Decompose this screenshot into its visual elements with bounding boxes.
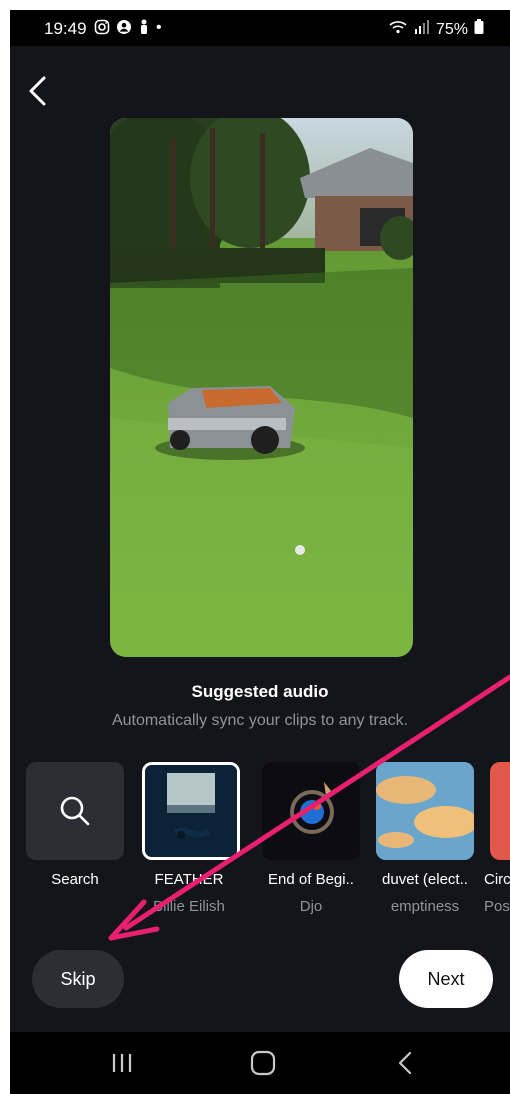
system-nav-bar	[10, 1032, 510, 1094]
track-artist-circ: Pos	[484, 898, 510, 915]
wifi-icon	[388, 19, 408, 40]
signal-icon	[414, 19, 430, 40]
status-time: 19:49	[44, 19, 87, 38]
status-icons: •	[94, 19, 162, 40]
track-artist-end-of-beginning: Djo	[299, 898, 323, 915]
back-icon	[398, 1051, 412, 1075]
account-icon	[116, 19, 132, 40]
figure-icon	[138, 19, 150, 40]
track-tile-circ[interactable]	[490, 762, 510, 860]
track-title-circ: Circ	[484, 871, 510, 888]
status-dot: •	[156, 19, 162, 36]
status-right: 75%	[388, 19, 484, 40]
track-title-end-of-beginning: End of Begi..	[268, 871, 354, 888]
search-audio-button[interactable]	[26, 762, 124, 860]
instagram-icon	[94, 19, 110, 40]
app-screen: 19:49 • 75% Suggested audio Automaticall…	[10, 10, 510, 1094]
recent-apps-icon	[112, 1054, 132, 1072]
lawn-mower-image	[110, 118, 413, 657]
track-artist-duvet: emptiness	[390, 898, 460, 915]
search-icon	[60, 796, 90, 826]
track-title-search: Search	[51, 871, 99, 888]
end-of-beginning-album-art	[262, 762, 360, 860]
track-tile-duvet[interactable]	[376, 762, 474, 860]
track-title-feather: FEATHER	[154, 871, 224, 888]
skip-button[interactable]: Skip	[32, 950, 124, 1008]
track-artist-feather: Billie Eilish	[153, 898, 225, 915]
feather-album-art	[145, 765, 237, 857]
next-button[interactable]: Next	[399, 950, 493, 1008]
chevron-left-icon	[29, 76, 46, 106]
home-icon	[250, 1050, 276, 1076]
video-preview[interactable]	[110, 118, 413, 657]
home-button[interactable]	[245, 1046, 281, 1080]
duvet-album-art	[376, 762, 474, 860]
status-bar: 19:49 • 75%	[10, 10, 510, 46]
track-tile-feather[interactable]	[142, 762, 240, 860]
battery-percent: 75%	[435, 20, 468, 38]
suggested-audio-subtitle: Automatically sync your clips to any tra…	[111, 712, 409, 729]
back-button[interactable]	[22, 74, 56, 108]
track-tile-end-of-beginning[interactable]	[262, 762, 360, 860]
system-back-button[interactable]	[388, 1046, 424, 1080]
recent-apps-button[interactable]	[104, 1046, 140, 1080]
track-title-duvet: duvet (elect..	[382, 871, 468, 888]
battery-icon	[474, 19, 484, 40]
suggested-audio-title: Suggested audio	[191, 682, 329, 701]
